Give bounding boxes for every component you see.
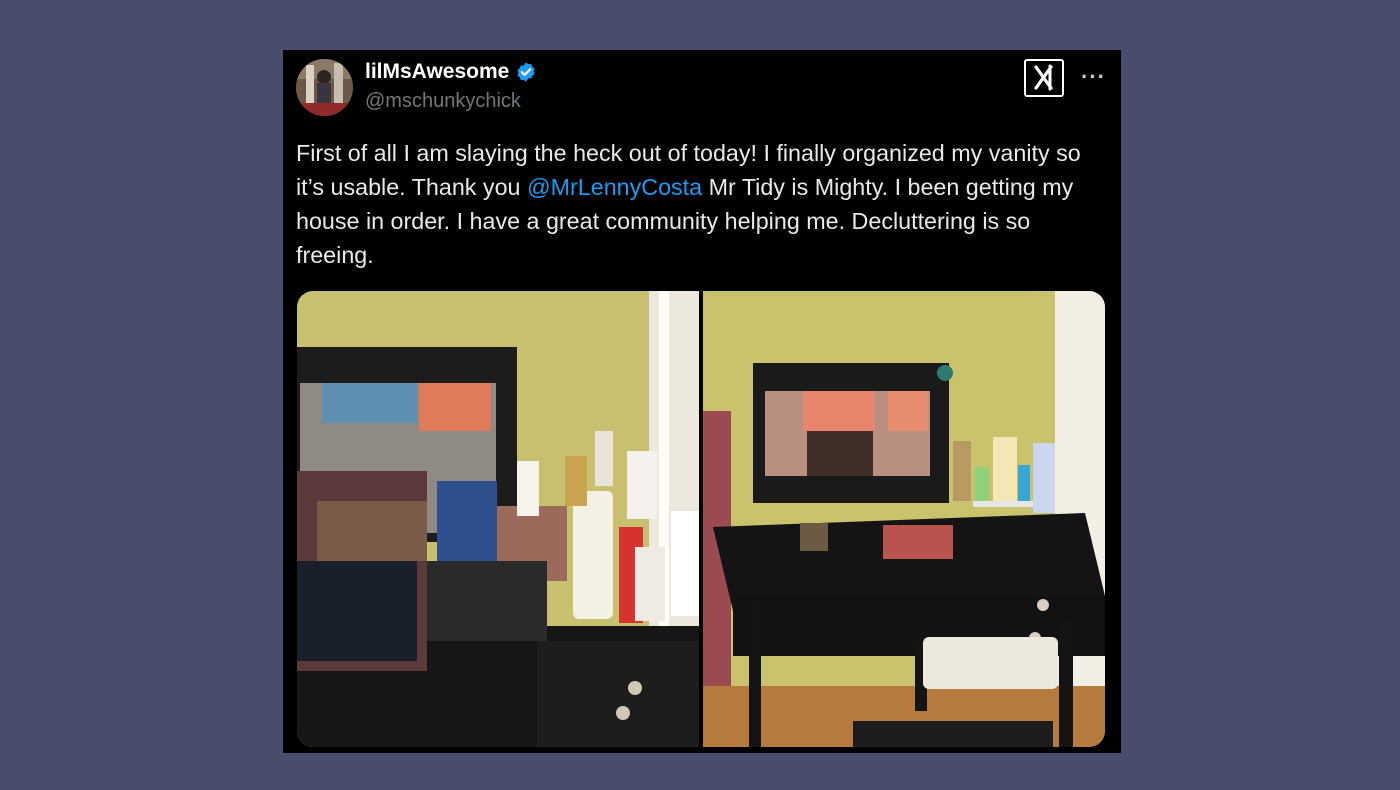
user-handle[interactable]: @mschunkychick (365, 90, 521, 113)
tweet-text: First of all I am slaying the heck out o… (296, 136, 1111, 272)
vanity-before-photo[interactable] (297, 291, 699, 747)
more-options-icon[interactable]: ··· (1081, 64, 1106, 90)
avatar[interactable] (296, 59, 353, 116)
verified-badge-icon (517, 62, 535, 82)
media-grid (297, 291, 1105, 747)
x-logo-icon[interactable] (1024, 59, 1064, 97)
tweet-card: lilMsAwesome @mschunkychick ··· First of… (283, 50, 1121, 753)
vanity-after-photo[interactable] (703, 291, 1105, 747)
mention-link[interactable]: @MrLennyCosta (527, 174, 702, 200)
display-name[interactable]: lilMsAwesome (365, 60, 537, 84)
display-name-text: lilMsAwesome (365, 60, 510, 83)
